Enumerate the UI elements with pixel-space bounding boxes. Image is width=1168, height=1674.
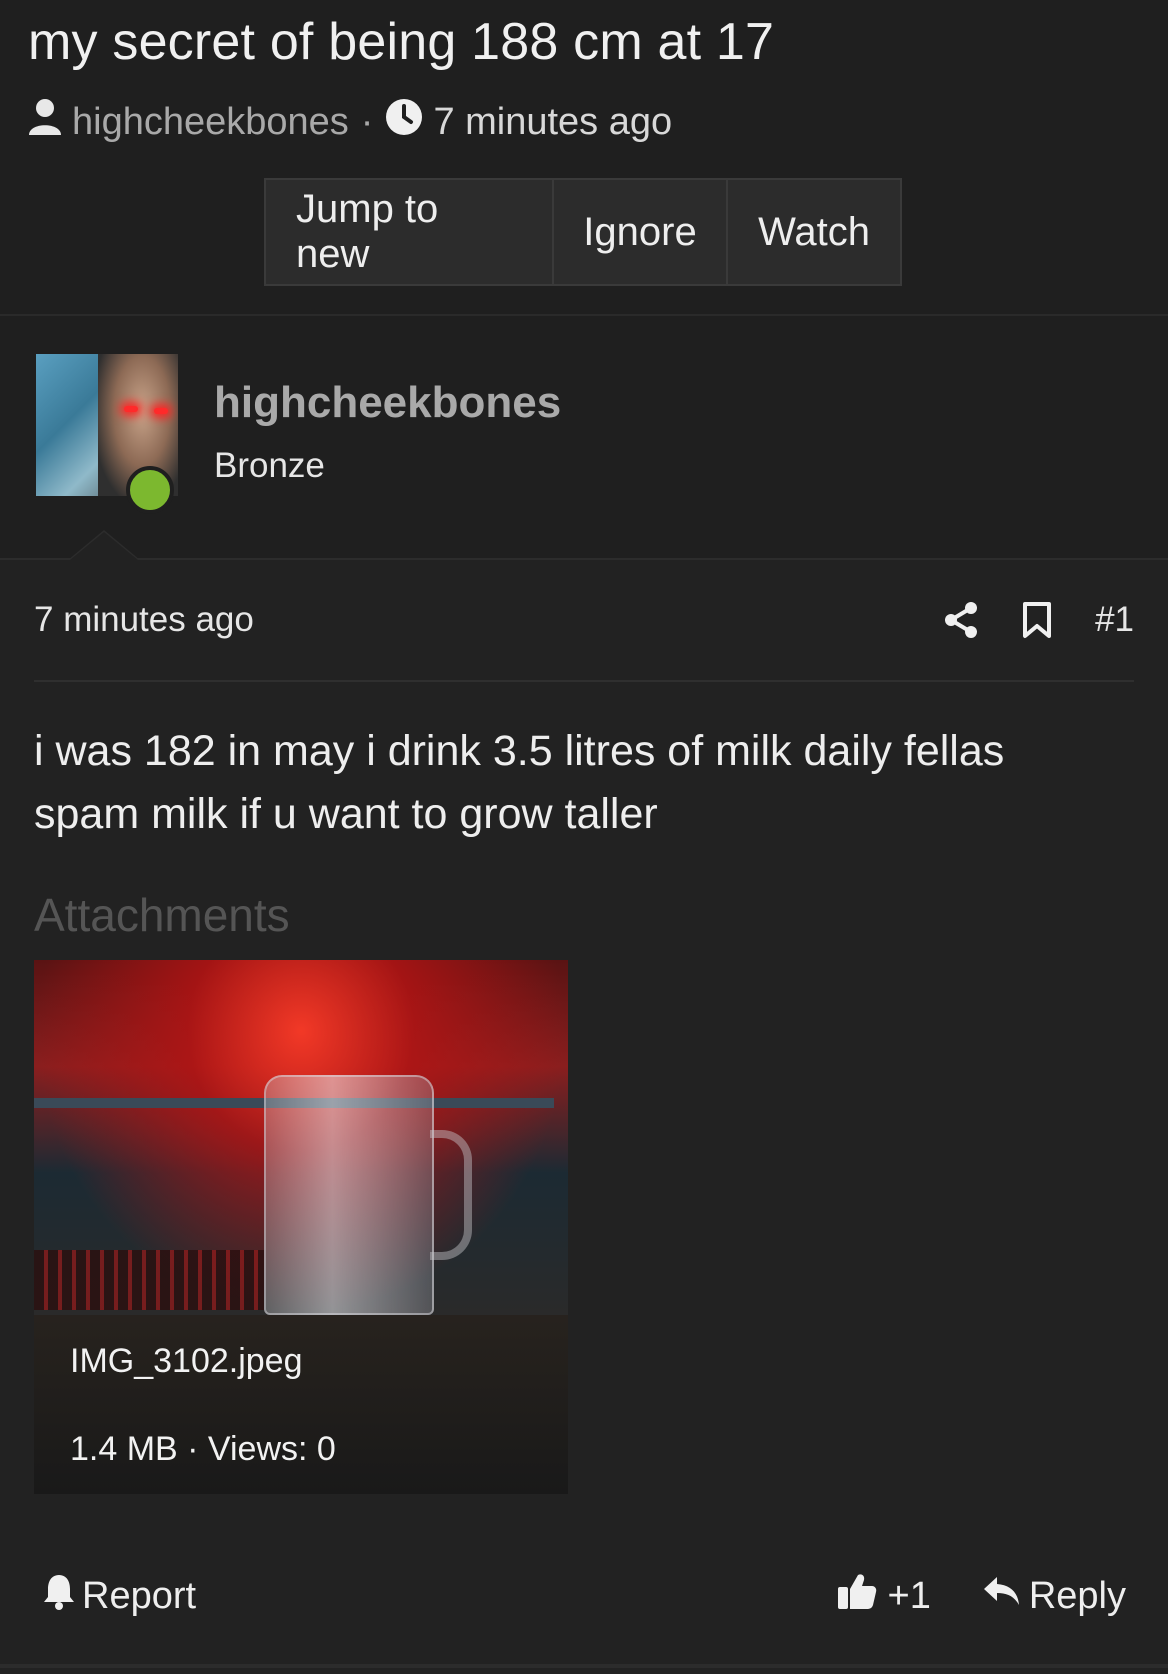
divider bbox=[0, 1664, 1168, 1668]
thread-header: my secret of being 188 cm at 17 highchee… bbox=[0, 0, 1168, 316]
clock-icon bbox=[385, 98, 423, 146]
avatar-eye bbox=[124, 406, 138, 412]
photo-jug-handle bbox=[430, 1130, 472, 1260]
photo-keyboard bbox=[34, 1250, 264, 1310]
meta-separator: · bbox=[360, 100, 374, 143]
post: 7 minutes ago #1 i was 182 in may i drin… bbox=[0, 560, 1168, 1494]
post-body-line: spam milk if u want to grow taller bbox=[34, 790, 658, 838]
post-actions: #1 bbox=[901, 600, 1134, 640]
report-label: Report bbox=[82, 1574, 197, 1617]
photo-jug bbox=[264, 1075, 434, 1315]
attachment-thumbnail[interactable]: IMG_3102.jpeg 1.4 MB · Views: 0 bbox=[34, 960, 568, 1494]
watch-button[interactable]: Watch bbox=[726, 178, 902, 286]
post-footer-actions: +1 Reply bbox=[836, 1571, 1126, 1621]
report-button[interactable]: Report bbox=[42, 1572, 196, 1620]
thread-toolbar: Jump to new Ignore Watch bbox=[264, 178, 902, 286]
post-time[interactable]: 7 minutes ago bbox=[34, 600, 254, 640]
post-username[interactable]: highcheekbones bbox=[214, 378, 561, 428]
post-meta: 7 minutes ago #1 bbox=[34, 560, 1134, 682]
share-icon[interactable] bbox=[943, 601, 979, 639]
like-button[interactable]: +1 bbox=[836, 1571, 931, 1621]
ignore-button[interactable]: Ignore bbox=[552, 178, 728, 286]
thread-title: my secret of being 188 cm at 17 bbox=[28, 13, 775, 71]
attachment-file-info: 1.4 MB · Views: 0 bbox=[70, 1430, 336, 1468]
avatar-eye bbox=[154, 408, 168, 414]
post-body: i was 182 in may i drink 3.5 litres of m… bbox=[34, 682, 1094, 846]
bell-icon bbox=[42, 1572, 76, 1620]
reply-icon bbox=[981, 1573, 1021, 1619]
user-icon bbox=[28, 98, 62, 146]
online-status-badge bbox=[126, 466, 174, 514]
post-user-block: highcheekbones Bronze bbox=[0, 316, 1168, 560]
reply-label: Reply bbox=[1028, 1574, 1126, 1617]
post-body-line: i was 182 in may i drink 3.5 litres of m… bbox=[34, 727, 1005, 775]
post-number-link[interactable]: #1 bbox=[1095, 600, 1134, 640]
thread-time[interactable]: 7 minutes ago bbox=[433, 101, 672, 144]
thread-meta: highcheekbones · 7 minutes ago bbox=[28, 98, 672, 146]
thread-author-link[interactable]: highcheekbones bbox=[72, 101, 349, 144]
reply-button[interactable]: Reply bbox=[981, 1573, 1126, 1619]
user-rank: Bronze bbox=[214, 446, 325, 485]
thumbs-up-icon bbox=[836, 1571, 878, 1621]
jump-to-new-button[interactable]: Jump to new bbox=[264, 178, 554, 286]
attachment-file-name: IMG_3102.jpeg bbox=[70, 1342, 303, 1380]
attachments-title: Attachments bbox=[34, 889, 290, 941]
bookmark-icon[interactable] bbox=[1021, 601, 1053, 639]
post-footer: Report +1 Reply bbox=[0, 1560, 1168, 1632]
pointer-arrow-inner bbox=[70, 532, 138, 560]
like-label: +1 bbox=[887, 1574, 931, 1617]
